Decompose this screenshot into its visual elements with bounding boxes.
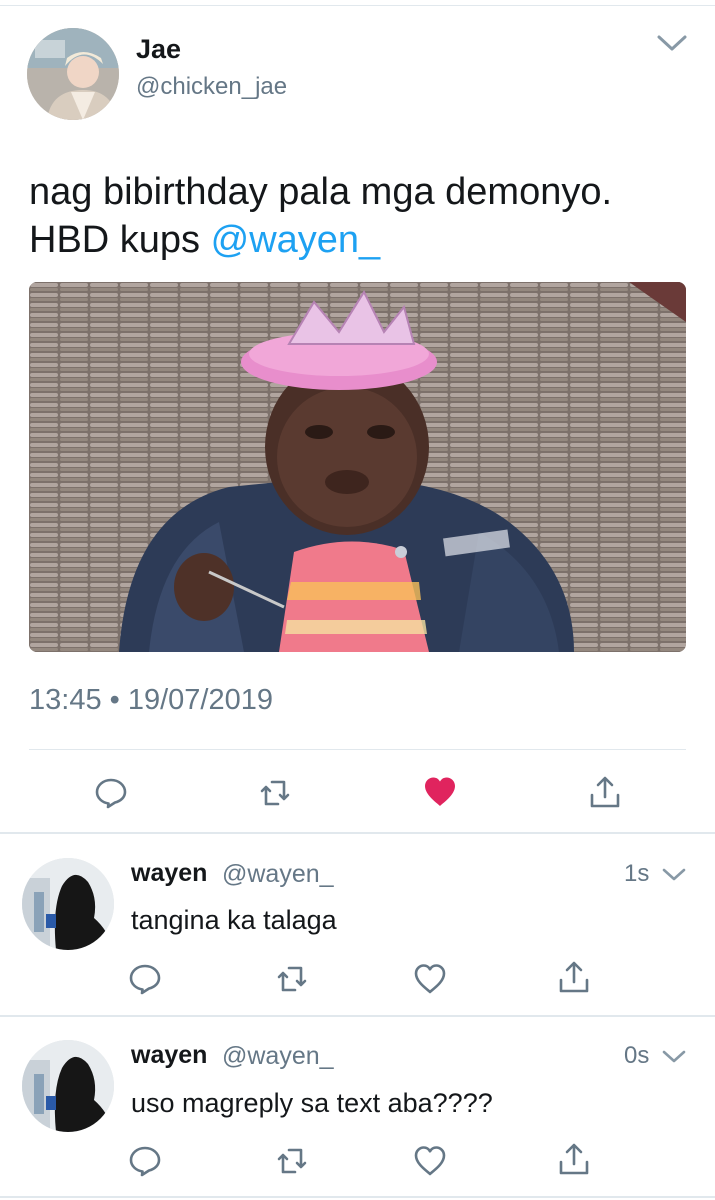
share-icon[interactable] (588, 775, 622, 809)
reply-avatar[interactable] (22, 1040, 114, 1132)
retweet-icon[interactable] (275, 1144, 309, 1178)
reply-avatar[interactable] (22, 858, 114, 950)
actions-top-divider (29, 749, 686, 750)
reply-author-handle[interactable]: @wayen_ (222, 1042, 334, 1071)
author-handle[interactable]: @chicken_jae (136, 73, 287, 101)
avatar-image (22, 858, 114, 950)
reply-icon[interactable] (128, 1144, 162, 1178)
heart-icon[interactable] (423, 775, 457, 809)
chevron-down-icon[interactable] (661, 865, 687, 885)
heart-icon[interactable] (413, 1144, 447, 1178)
bottom-divider (0, 1196, 715, 1198)
tweet-text: nag bibirthday pala mga demonyo. HBD kup… (29, 168, 689, 264)
reply-text: uso magreply sa text aba???? (131, 1088, 493, 1118)
author-name[interactable]: Jae (136, 34, 181, 65)
share-icon[interactable] (557, 1142, 591, 1176)
reply-author-name[interactable]: wayen (131, 859, 207, 888)
reply-icon[interactable] (128, 962, 162, 996)
tweet-media-image[interactable] (29, 282, 686, 652)
chevron-down-icon[interactable] (655, 30, 689, 56)
author-avatar[interactable] (27, 28, 119, 120)
reply-author-name[interactable]: wayen (131, 1041, 207, 1070)
tweet-text-line2: HBD kups (29, 219, 211, 261)
share-icon[interactable] (557, 960, 591, 994)
avatar-image (27, 28, 119, 120)
tweet-text-line1: nag bibirthday pala mga demonyo. (29, 171, 613, 213)
photo-icon (29, 282, 686, 652)
avatar-image (22, 1040, 114, 1132)
tweet-timestamp: 13:45 • 19/07/2019 (29, 684, 273, 716)
mention-link[interactable]: @wayen_ (211, 219, 381, 261)
reply-text: tangina ka talaga (131, 905, 337, 935)
tweet-divider (0, 832, 715, 834)
reply-icon[interactable] (94, 776, 128, 810)
retweet-icon[interactable] (258, 776, 292, 810)
heart-icon[interactable] (413, 962, 447, 996)
retweet-icon[interactable] (275, 962, 309, 996)
reply-time: 0s (624, 1042, 650, 1069)
reply-time: 1s (624, 860, 650, 887)
reply-divider (0, 1015, 715, 1017)
chevron-down-icon[interactable] (661, 1047, 687, 1067)
top-divider (0, 5, 715, 6)
reply-author-handle[interactable]: @wayen_ (222, 860, 334, 889)
